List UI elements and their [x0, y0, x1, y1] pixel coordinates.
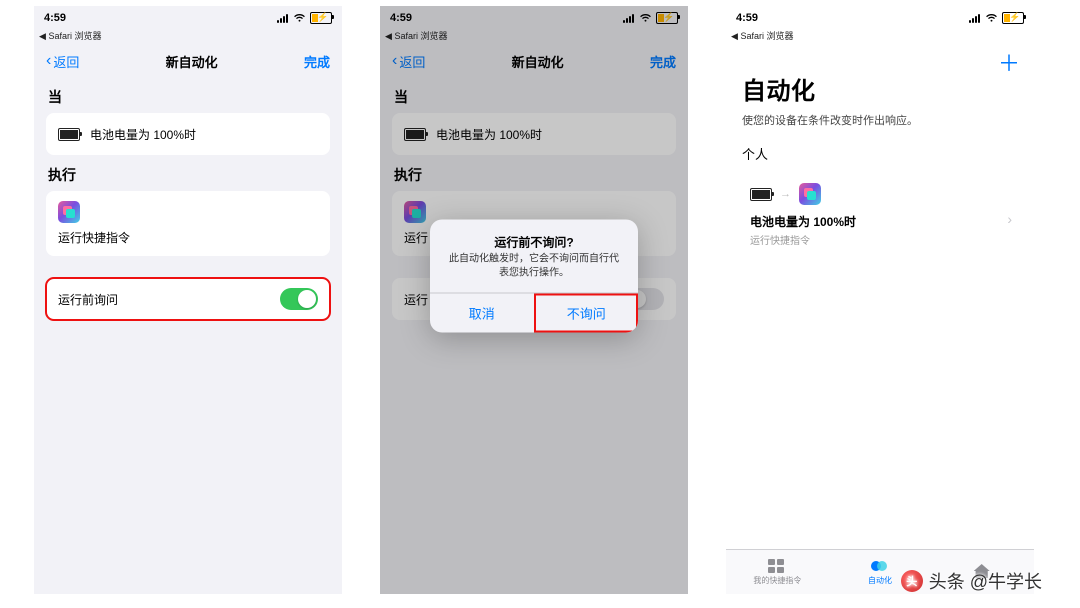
- confirm-dialog: 运行前不询问? 此自动化触发时，它会不询问而自行代表您执行操作。 取消 不询问: [430, 220, 638, 333]
- back-to-app[interactable]: ◀ Safari 浏览器: [726, 29, 1034, 45]
- back-button[interactable]: ‹返回: [46, 52, 79, 71]
- do-label: 执行: [34, 155, 342, 191]
- dialog-message: 此自动化触发时，它会不询问而自行代表您执行操作。: [430, 253, 638, 293]
- battery-icon: ⚡: [1002, 12, 1024, 24]
- page-subtitle: 使您的设备在条件改变时作出响应。: [726, 108, 1034, 144]
- battery-full-icon: [750, 188, 772, 201]
- status-bar: 4:59 ⚡: [34, 6, 342, 29]
- nav-title: 新自动化: [166, 52, 218, 71]
- signal-icon: [277, 14, 289, 23]
- done-button[interactable]: 完成: [304, 52, 330, 71]
- dialog-confirm-button[interactable]: 不询问: [534, 294, 639, 333]
- automation-card[interactable]: → 电池电量为 100%时 运行快捷指令 ›: [738, 171, 1022, 259]
- watermark-icon: 头: [901, 570, 923, 592]
- tab-my-shortcuts[interactable]: 我的快捷指令: [726, 550, 829, 594]
- shortcuts-app-icon: [58, 201, 80, 223]
- screen-1: 4:59 ⚡ ◀ Safari 浏览器 ‹返回 新自动化 完成 当 电池电量为 …: [34, 6, 342, 594]
- battery-full-icon: [58, 128, 80, 141]
- dialog-cancel-button[interactable]: 取消: [430, 294, 534, 333]
- wifi-icon: [985, 13, 998, 23]
- add-automation-button[interactable]: ＋: [998, 46, 1020, 78]
- signal-icon: [969, 14, 981, 23]
- page-title: 自动化: [726, 45, 1034, 108]
- do-text: 运行快捷指令: [58, 229, 130, 246]
- ask-before-run-row[interactable]: 运行前询问: [46, 278, 330, 320]
- when-label: 当: [34, 77, 342, 113]
- battery-icon: ⚡: [310, 12, 332, 24]
- wifi-icon: [293, 13, 306, 23]
- watermark: 头 头条 @牛学长: [901, 568, 1042, 594]
- back-to-app[interactable]: ◀ Safari 浏览器: [34, 29, 342, 45]
- ask-toggle[interactable]: [280, 288, 318, 310]
- ask-label: 运行前询问: [58, 291, 118, 308]
- status-time: 4:59: [44, 12, 66, 24]
- automation-icon: [871, 559, 887, 573]
- dialog-title: 运行前不询问?: [430, 220, 638, 253]
- status-bar: 4:59 ⚡: [726, 6, 1034, 29]
- chevron-right-icon: ›: [1007, 211, 1012, 227]
- when-card[interactable]: 电池电量为 100%时: [46, 113, 330, 155]
- automation-subtitle: 运行快捷指令: [750, 232, 1010, 247]
- grid-icon: [768, 559, 786, 573]
- automation-title: 电池电量为 100%时: [750, 213, 1010, 230]
- shortcuts-app-icon: [799, 183, 821, 205]
- nav-bar: ‹返回 新自动化 完成: [34, 45, 342, 77]
- arrow-icon: →: [780, 188, 791, 200]
- when-text: 电池电量为 100%时: [90, 126, 196, 143]
- status-time: 4:59: [736, 12, 758, 24]
- screen-2: 4:59 ⚡ ◀ Safari 浏览器 ‹返回 新自动化 完成 当 电池电量为 …: [380, 6, 688, 594]
- do-card[interactable]: 运行快捷指令: [46, 191, 330, 256]
- personal-section-label: 个人: [726, 144, 1034, 171]
- screen-3: 4:59 ⚡ ◀ Safari 浏览器 ＋ 自动化 使您的设备在条件改变时作出响…: [726, 6, 1034, 594]
